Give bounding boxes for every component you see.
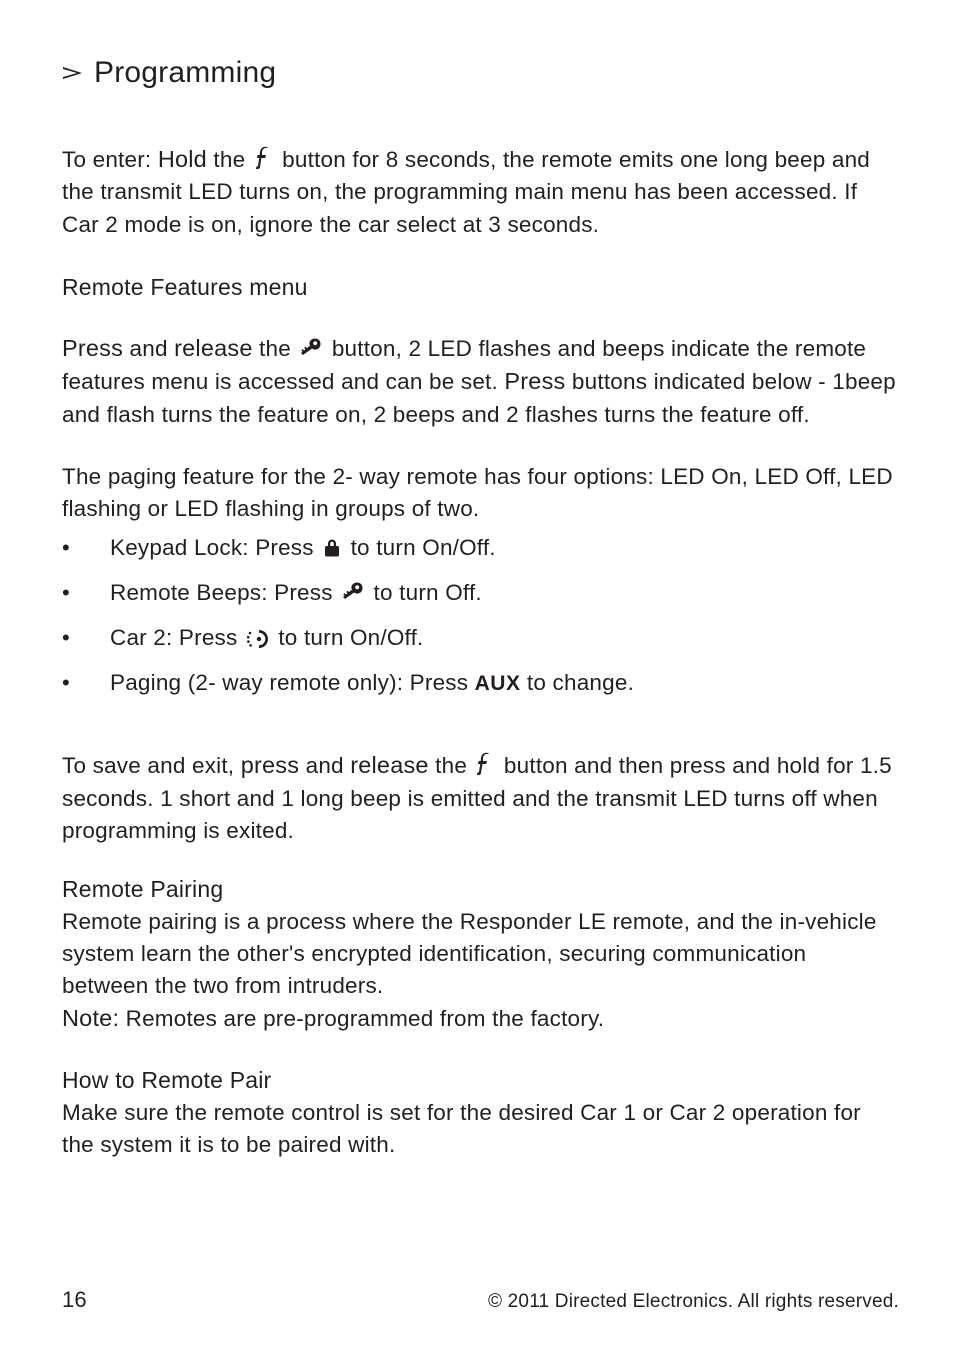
rfm-paragraph-1: Press and release the button, 2 LED flas… <box>62 332 899 431</box>
f-icon <box>254 145 274 171</box>
save-b: and <box>299 753 350 778</box>
rfm-paragraph-2: The paging feature for the 2- way remote… <box>62 461 899 525</box>
li2-a: Remote Beeps: Press <box>110 580 339 605</box>
rfm-press: Press <box>62 335 123 361</box>
li2-b: to turn Off. <box>367 580 482 605</box>
aux-label: AUX <box>475 672 521 695</box>
key-icon <box>299 338 323 360</box>
remote-pairing-body: Remote pairing is a process where the Re… <box>62 906 899 1003</box>
remote-start-icon <box>246 627 270 649</box>
rfm-a: and <box>123 336 174 361</box>
intro-paragraph: To enter: Hold the button for 8 seconds,… <box>62 143 899 241</box>
list-item: Paging (2- way remote only): Press AUX t… <box>62 666 899 701</box>
rfm-press2: Press <box>504 368 565 394</box>
rfm-release: release <box>174 335 252 361</box>
list-item: Remote Beeps: Press to turn Off. <box>62 576 899 611</box>
lock-icon <box>322 537 342 559</box>
remote-pairing-note: Note: Remotes are pre-programmed from th… <box>62 1002 899 1036</box>
li4-a: Paging (2- way remote only): Press <box>110 670 475 695</box>
save-c: the <box>429 753 474 778</box>
how-to-pair-body: Make sure the remote control is set for … <box>62 1097 899 1161</box>
page-title: Programming <box>62 52 899 95</box>
rfm-b: the <box>253 336 298 361</box>
li1-b: to turn On/Off. <box>344 535 496 560</box>
remote-pairing-heading: Remote Pairing <box>62 873 899 906</box>
title-text: Programming <box>94 52 276 95</box>
feature-list: Keypad Lock: Press to turn On/Off. Remot… <box>62 531 899 701</box>
f-icon <box>475 751 495 777</box>
li1-a: Keypad Lock: Press <box>110 535 320 560</box>
arrow-icon <box>62 65 84 81</box>
list-item: Car 2: Press to turn On/Off. <box>62 621 899 656</box>
save-release: release <box>350 752 428 778</box>
page-footer: 16 © 2011 Directed Electronics. All righ… <box>62 1284 899 1315</box>
note-body: Remotes are pre-programmed from the fact… <box>119 1006 604 1031</box>
li3-b: to turn On/Off. <box>272 625 424 650</box>
intro-pre: To enter: <box>62 147 158 172</box>
note-label: Note: <box>62 1005 119 1031</box>
page-number: 16 <box>62 1284 87 1315</box>
intro-hold: Hold <box>158 146 207 172</box>
key-icon <box>341 582 365 604</box>
remote-pairing-section: Remote Pairing Remote pairing is a proce… <box>62 873 899 1036</box>
intro-mid: the <box>207 147 252 172</box>
save-exit-paragraph: To save and exit, press and release the … <box>62 749 899 847</box>
how-to-pair-section: How to Remote Pair Make sure the remote … <box>62 1064 899 1161</box>
how-to-pair-heading: How to Remote Pair <box>62 1064 899 1097</box>
li3-a: Car 2: Press <box>110 625 244 650</box>
save-a: To save and exit, <box>62 753 241 778</box>
remote-features-heading: Remote Features menu <box>62 271 899 304</box>
list-item: Keypad Lock: Press to turn On/Off. <box>62 531 899 566</box>
copyright: © 2011 Directed Electronics. All rights … <box>488 1288 899 1315</box>
li4-b: to change. <box>520 670 634 695</box>
save-press: press <box>241 752 299 778</box>
